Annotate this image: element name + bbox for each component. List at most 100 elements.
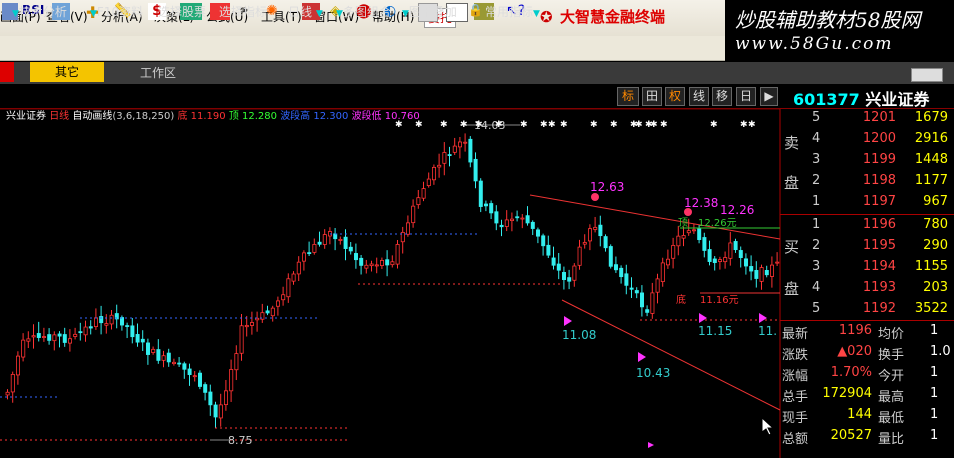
candle-body: [26, 338, 31, 342]
event-star[interactable]: ✱: [395, 120, 403, 130]
event-star[interactable]: ✱: [560, 120, 568, 130]
candle-body: [582, 242, 587, 245]
buy1-price[interactable]: 1196: [840, 217, 896, 232]
candle-body: [452, 145, 457, 153]
event-star[interactable]: ✱: [610, 120, 618, 130]
candle-body: [234, 353, 239, 371]
event-star[interactable]: ✱: [548, 120, 556, 130]
trough3-label: 11.15: [698, 324, 732, 338]
buy-label-2: 盘: [784, 280, 800, 298]
candle-body: [390, 261, 395, 266]
candle-body: [530, 221, 535, 229]
event-star[interactable]: ✱: [475, 120, 483, 130]
candle-body: [676, 235, 681, 247]
candle-body: [52, 334, 57, 342]
candle-body: [192, 375, 197, 378]
candle-body: [733, 241, 738, 251]
candle-body: [473, 158, 478, 182]
candle-body: [764, 270, 769, 276]
candle-body: [681, 235, 686, 239]
candle-body: [182, 363, 187, 370]
candle-body: [520, 217, 525, 220]
candle-body: [213, 404, 218, 418]
candle-body: [494, 211, 499, 224]
candle-body: [359, 257, 364, 266]
event-star[interactable]: ✱: [740, 120, 748, 130]
buy2-price[interactable]: 1195: [840, 238, 896, 253]
event-star[interactable]: ✱: [650, 120, 658, 130]
trough4-label: 11.: [758, 324, 777, 338]
trough2-label: 10.43: [636, 366, 670, 380]
event-star[interactable]: ✱: [710, 120, 718, 130]
candle-body: [151, 348, 156, 353]
candle-body: [562, 272, 567, 280]
candle-body: [405, 222, 410, 235]
candle-body: [686, 230, 691, 234]
event-star[interactable]: ✱: [415, 120, 423, 130]
event-star[interactable]: ✱: [440, 120, 448, 130]
candle-body: [712, 258, 717, 264]
event-star[interactable]: ✱: [540, 120, 548, 130]
candle-body: [437, 164, 442, 168]
candle-body: [364, 264, 369, 269]
candle-body: [650, 292, 655, 314]
candle-body: [47, 334, 52, 341]
candle-body: [468, 138, 473, 163]
candle-body: [36, 333, 41, 338]
event-star[interactable]: ✱: [635, 120, 643, 130]
candle-body: [744, 258, 749, 267]
bottom-tag: 底: [676, 293, 686, 306]
candle-body: [120, 317, 125, 326]
resistance-trendline: [529, 194, 781, 240]
stat-row-volume: 总手 172904 最高 1: [782, 386, 939, 405]
buy5-price[interactable]: 1192: [840, 301, 896, 316]
candle-body: [322, 234, 327, 245]
stat-row-amount: 总额 20527 量比 1: [782, 428, 939, 447]
candle-body: [426, 178, 431, 187]
candle-body: [62, 334, 67, 343]
candle-body: [411, 205, 416, 224]
candle-body: [135, 334, 140, 343]
buy4-price[interactable]: 1193: [840, 280, 896, 295]
bottom-marker: [648, 442, 654, 448]
candle-body: [83, 326, 88, 336]
sell2-price[interactable]: 1198: [840, 173, 896, 188]
event-star[interactable]: ✱: [660, 120, 668, 130]
event-star[interactable]: ✱: [590, 120, 598, 130]
candle-body: [614, 264, 619, 271]
sell3-price[interactable]: 1199: [840, 152, 896, 167]
candle-body: [275, 300, 280, 307]
buy4-volume: 203: [923, 280, 948, 295]
sell-label-1: 卖: [784, 134, 800, 152]
event-star[interactable]: ✱: [460, 120, 468, 130]
candle-body: [353, 253, 358, 261]
candle-body: [68, 338, 73, 344]
candle-body: [177, 362, 182, 365]
candle-body: [140, 338, 145, 343]
candle-body: [249, 322, 254, 326]
sell5-price[interactable]: 1201: [840, 110, 896, 125]
buy2-level: 2: [812, 238, 821, 253]
candle-body: [385, 259, 390, 266]
support-trendline: [561, 299, 781, 411]
candle-body: [499, 224, 504, 228]
candle-body: [457, 141, 462, 148]
candle-body: [421, 188, 426, 199]
event-star[interactable]: ✱: [520, 120, 528, 130]
sell1-price[interactable]: 1197: [840, 194, 896, 209]
trough2-marker: [638, 352, 646, 362]
candle-body: [442, 152, 447, 164]
candle-body: [754, 270, 759, 279]
event-star[interactable]: ✱: [495, 120, 503, 130]
low-label: 8.75: [228, 434, 253, 447]
buy5-level: 5: [812, 301, 821, 316]
sell-label-2: 盘: [784, 174, 800, 192]
sell4-price[interactable]: 1200: [840, 131, 896, 146]
candle-body: [541, 235, 546, 247]
buy5-volume: 3522: [914, 301, 948, 316]
sell4-level: 4: [812, 131, 821, 146]
event-star[interactable]: ✱: [748, 120, 756, 130]
candle-body: [270, 307, 275, 317]
buy3-price[interactable]: 1194: [840, 259, 896, 274]
candle-body: [483, 203, 488, 207]
